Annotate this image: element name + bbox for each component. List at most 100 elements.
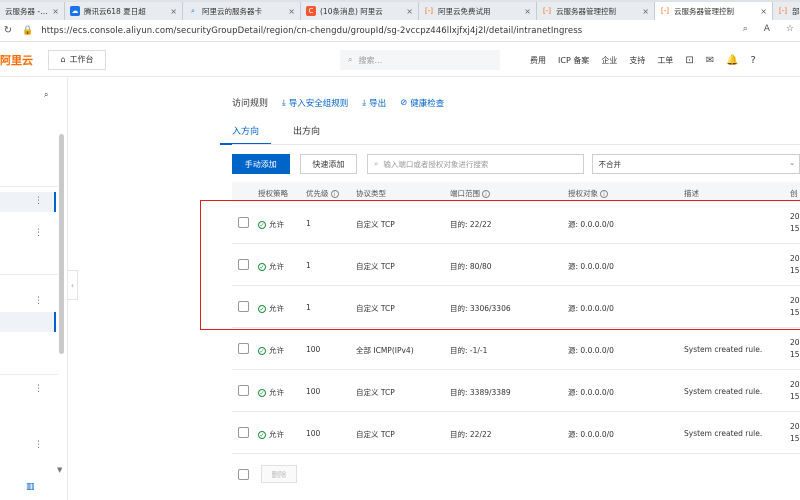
priority-cell: 100 <box>306 429 321 438</box>
page-title: 访问规则 <box>232 99 269 109</box>
health-check-link[interactable]: ⊘ 健康检查 <box>400 97 444 109</box>
scroll-down-icon[interactable]: ▼ <box>57 466 62 474</box>
tab-title: (10条消息) 阿里云 <box>320 6 383 16</box>
sidebar-item-selected[interactable] <box>0 312 56 332</box>
rules-toolbar: 手动添加 快速添加 ⌕ 输入端口或者授权对象进行搜索 不合并 ⌄ <box>232 154 800 174</box>
row-checkbox[interactable] <box>238 427 249 438</box>
created-line: 20 <box>790 254 800 263</box>
help-icon[interactable]: ? <box>751 55 756 66</box>
tab-title: 云服务器管理控制 <box>556 6 616 16</box>
row-checkbox[interactable] <box>238 385 249 396</box>
rule-search-input[interactable]: ⌕ 输入端口或者授权对象进行搜索 <box>367 154 584 174</box>
favorite-icon[interactable]: ☆ <box>786 24 794 34</box>
close-icon[interactable]: × <box>642 7 649 16</box>
top-link-enterprise[interactable]: 企业 <box>601 55 617 66</box>
browser-tab[interactable]: [-] 阿里云免费试用 × <box>419 2 537 20</box>
search-icon[interactable]: ⌕ <box>44 90 48 100</box>
browser-tab-active[interactable]: [-] 云服务器管理控制 × <box>655 2 773 20</box>
tab-outbound[interactable]: 出方向 <box>293 124 320 145</box>
column-header: 授权策略 <box>258 189 288 198</box>
browser-tab[interactable]: ⌕ 阿里云的服务器卡 × <box>183 2 301 20</box>
close-icon[interactable]: × <box>288 7 295 16</box>
top-link-icp[interactable]: ICP 备案 <box>558 55 589 66</box>
more-icon[interactable]: ⋮ <box>34 440 43 450</box>
row-checkbox[interactable] <box>238 343 249 354</box>
workbench-button[interactable]: ⌂ 工作台 <box>48 49 106 70</box>
port-cell: 目的: 3306/3306 <box>450 304 511 313</box>
manual-add-button[interactable]: 手动添加 <box>232 154 290 174</box>
cloud-shell-icon[interactable]: ⊡ <box>685 55 693 66</box>
created-line: 15 <box>790 308 800 317</box>
column-header-label: 端口范围 <box>450 189 480 198</box>
more-icon[interactable]: ⋮ <box>34 384 43 394</box>
row-checkbox[interactable] <box>238 301 249 312</box>
column-header-label: 优先级 <box>306 189 329 198</box>
top-link-support[interactable]: 支持 <box>629 55 645 66</box>
more-icon[interactable]: ⋮ <box>34 296 43 306</box>
export-link[interactable]: ⤓ 导出 <box>362 97 386 109</box>
lock-icon[interactable]: 🔒 <box>22 26 33 36</box>
description-cell: System created rule. <box>684 387 763 396</box>
description-cell: System created rule. <box>684 345 763 354</box>
select-all-checkbox[interactable] <box>238 468 249 480</box>
info-icon[interactable]: i <box>600 190 608 198</box>
column-header-label: 授权对象 <box>568 189 598 198</box>
aliyun-logo[interactable]: 阿里云 <box>0 52 40 68</box>
port-cell: 目的: 80/80 <box>450 262 492 271</box>
browser-tab[interactable]: [-] 部署 <box>773 2 800 20</box>
sidebar-item-selected[interactable] <box>0 192 56 212</box>
tab-title: 阿里云免费试用 <box>438 6 491 16</box>
url-field[interactable]: https://ecs.console.aliyun.com/securityG… <box>41 26 582 36</box>
chevron-down-icon: ⌄ <box>789 159 796 167</box>
tab-title: 云服务器管理控制 <box>674 6 734 16</box>
bell-icon[interactable]: 🔔 <box>726 55 738 66</box>
browser-tab[interactable]: ☁ 腾讯云618 夏日超 × <box>65 2 183 20</box>
top-link-billing[interactable]: 费用 <box>530 55 546 66</box>
scrollbar[interactable] <box>59 134 64 354</box>
created-cell: 20 15 <box>790 211 800 235</box>
info-icon[interactable]: i <box>330 190 339 198</box>
delete-button[interactable]: 删除 <box>261 465 297 483</box>
quick-add-button[interactable]: 快速添加 <box>299 154 358 174</box>
sidebar-toggle-icon[interactable]: ▥ <box>26 482 35 492</box>
more-icon[interactable]: ⋮ <box>34 228 43 238</box>
table-row: ✓ 允许 100 自定义 TCP 目的: 22/22 源: 0.0.0.0/0 System… <box>232 412 800 454</box>
priority-cell: 100 <box>306 387 321 396</box>
search-icon[interactable]: ⌕ <box>743 24 748 34</box>
info-icon[interactable]: i <box>482 190 490 198</box>
created-cell: 20 15 <box>790 379 800 403</box>
direction-tabs: 入方向 出方向 <box>220 124 320 145</box>
close-icon[interactable]: × <box>524 7 531 16</box>
message-icon[interactable]: ✉ <box>706 55 714 66</box>
source-cell: 源: 0.0.0.0/0 <box>568 220 614 229</box>
row-checkbox[interactable] <box>238 259 249 270</box>
browser-tab[interactable]: [-] 云服务器管理控制 × <box>537 2 655 20</box>
port-cell: 目的: -1/-1 <box>450 346 488 355</box>
table-row: ✓ 允许 1 自定义 TCP 目的: 80/80 源: 0.0.0.0/0 20 15 <box>232 244 800 286</box>
global-search-input[interactable]: ⌕ 搜索... <box>340 50 500 70</box>
row-checkbox[interactable] <box>238 217 249 228</box>
close-icon[interactable]: × <box>760 7 767 16</box>
collapse-sidebar-button[interactable]: ‹ <box>68 270 78 300</box>
refresh-icon[interactable]: ↻ <box>0 25 16 36</box>
created-line: 15 <box>790 266 800 275</box>
import-rules-link[interactable]: ⤓ 导入安全组规则 <box>282 97 348 109</box>
read-aloud-icon[interactable]: A <box>764 24 770 34</box>
column-header: 端口范围 i <box>450 188 490 199</box>
browser-tab[interactable]: C (10条消息) 阿里云 × <box>301 2 419 20</box>
close-icon[interactable]: × <box>406 7 413 16</box>
merge-select[interactable]: 不合并 ⌄ <box>591 154 800 174</box>
browser-tab[interactable]: 云服务器 - 腾 × <box>0 2 65 20</box>
table-row: ✓ 允许 100 自定义 TCP 目的: 3389/3389 源: 0.0.0.0/0 Sy… <box>232 370 800 412</box>
tab-inbound[interactable]: 入方向 <box>220 124 272 145</box>
more-icon[interactable]: ⋮ <box>34 196 43 206</box>
created-cell: 20 15 <box>790 253 800 277</box>
top-link-ticket[interactable]: 工单 <box>657 55 673 66</box>
protocol-cell: 自定义 TCP <box>356 262 395 271</box>
csdn-icon: C <box>306 6 316 16</box>
close-icon[interactable]: × <box>52 7 59 16</box>
protocol-cell: 自定义 TCP <box>356 304 395 313</box>
close-icon[interactable]: × <box>170 7 177 16</box>
search-icon: ⌕ <box>374 159 379 168</box>
table-row: ✓ 允许 1 自定义 TCP 目的: 22/22 源: 0.0.0.0/0 20 15 <box>232 202 800 244</box>
